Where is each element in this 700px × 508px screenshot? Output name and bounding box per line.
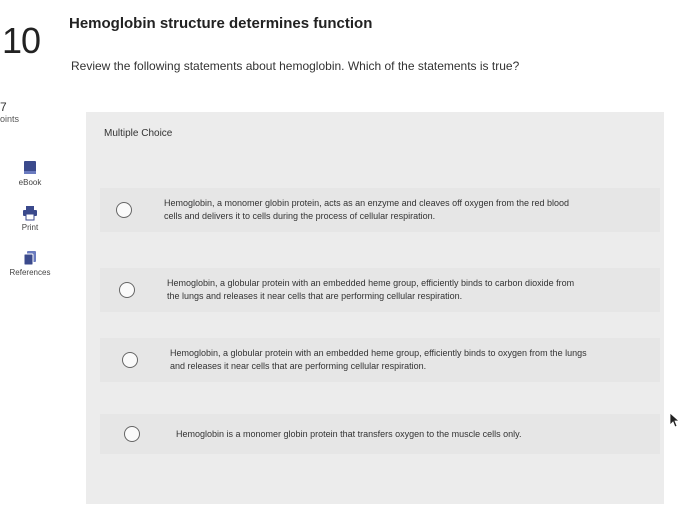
question-number: 10: [2, 20, 41, 61]
question-type-label: Multiple Choice: [104, 128, 173, 139]
question-prompt: Review the following statements about he…: [71, 59, 520, 73]
references-label: References: [9, 268, 51, 277]
printer-icon: [23, 206, 37, 221]
radio-button[interactable]: [116, 202, 132, 218]
radio-button[interactable]: [119, 282, 135, 298]
ebook-button[interactable]: eBook: [6, 160, 54, 187]
answer-option-1[interactable]: Hemoglobin, a monomer globin protein, ac…: [100, 188, 660, 232]
answer-option-2[interactable]: Hemoglobin, a globular protein with an e…: [100, 268, 660, 312]
radio-button[interactable]: [124, 426, 140, 442]
ebook-label: eBook: [18, 178, 42, 187]
references-icon: [23, 251, 36, 266]
mouse-cursor-icon: [669, 412, 681, 428]
option-text: Hemoglobin, a monomer globin protein, ac…: [164, 198, 570, 221]
print-button[interactable]: Print: [6, 205, 54, 232]
radio-button[interactable]: [122, 352, 138, 368]
option-text: Hemoglobin, a globular protein with an e…: [167, 278, 575, 301]
book-icon: [24, 161, 36, 174]
answer-option-3[interactable]: Hemoglobin, a globular protein with an e…: [100, 338, 660, 382]
print-label: Print: [21, 223, 39, 232]
option-text: Hemoglobin is a monomer globin protein t…: [176, 428, 522, 439]
option-text: Hemoglobin, a globular protein with an e…: [170, 348, 587, 371]
points-value: 7: [0, 100, 7, 114]
multiple-choice-panel: Multiple Choice Hemoglobin, a monomer gl…: [86, 112, 664, 504]
question-title: Hemoglobin structure determines function: [69, 15, 373, 32]
answer-option-4[interactable]: Hemoglobin is a monomer globin protein t…: [100, 414, 660, 454]
points-label: oints: [0, 114, 20, 124]
references-button[interactable]: References: [6, 250, 54, 277]
